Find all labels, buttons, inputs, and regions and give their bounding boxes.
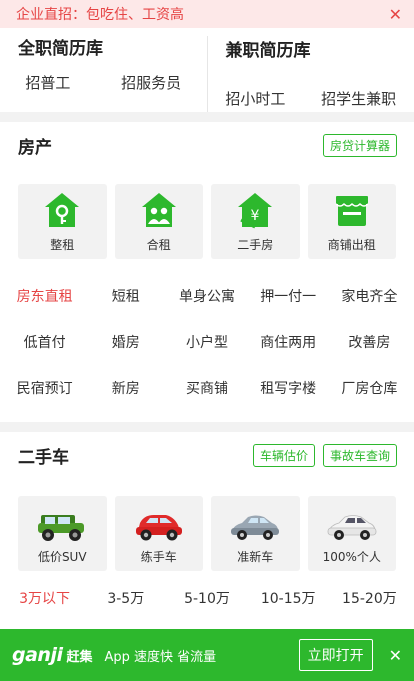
price-range[interactable]: 15-20万 (329, 585, 410, 611)
accident-car-query-button[interactable]: 事故车查询 (322, 443, 397, 467)
house-link[interactable]: 租写字楼 (248, 365, 329, 411)
divider (0, 112, 414, 122)
house-header: 房产 房贷计算器 (0, 122, 414, 168)
app-tagline: App 速度快 省流量 (104, 649, 217, 665)
top-banner[interactable]: 企业直招：包吃住、工资高 ✕ (0, 0, 414, 28)
car-header: 二手车 车辆估价 事故车查询 (0, 432, 414, 478)
house-link[interactable]: 房东直租 (4, 273, 85, 319)
resume-section: 全职简历库 招普工 招服务员 兼职简历库 招小时工 招学生兼职 (0, 28, 414, 112)
tile-label: 合租 (146, 238, 171, 252)
price-range[interactable]: 3万以下 (4, 585, 85, 611)
house-people-icon (139, 190, 179, 230)
house-link[interactable]: 单身公寓 (166, 273, 247, 319)
tile-label: 练手车 (140, 550, 177, 564)
link-hire-waiter[interactable]: 招服务员 (121, 72, 181, 93)
price-range[interactable]: 10-15万 (248, 585, 329, 611)
tile-cheap-suv[interactable]: 低价SUV (18, 496, 107, 571)
mortgage-calculator-button[interactable]: 房贷计算器 (322, 133, 397, 157)
shop-icon (332, 190, 372, 230)
divider (0, 422, 414, 432)
tile-practice-car[interactable]: 练手车 (114, 496, 203, 571)
tile-label: 准新车 (237, 550, 274, 564)
house-link[interactable]: 改善房 (329, 319, 410, 365)
car-tiles: 低价SUV 练手车 准新车 100%个人 (0, 478, 414, 571)
house-yen-icon: ¥ (235, 190, 275, 230)
house-key-icon (42, 190, 82, 230)
house-link[interactable]: 婚房 (85, 319, 166, 365)
page: 企业直招：包吃住、工资高 ✕ 全职简历库 招普工 招服务员 兼职简历库 招小时工… (0, 0, 414, 681)
parttime-resume: 兼职简历库 招小时工 招学生兼职 (206, 36, 414, 112)
hatchback-icon (132, 509, 186, 543)
suv-icon (35, 509, 89, 543)
ganji-logo-cn: 赶集 (66, 649, 93, 665)
tile-label: 低价SUV (37, 550, 87, 564)
house-tiles: 整租 合租 ¥ 二手房 商铺出租 (0, 168, 414, 259)
house-link[interactable]: 低首付 (4, 319, 85, 365)
ganji-logo: ganji (12, 644, 63, 666)
sedan-icon (228, 509, 282, 543)
top-banner-text[interactable]: 企业直招：包吃住、工资高 (16, 4, 184, 24)
house-link[interactable]: 家电齐全 (329, 273, 410, 319)
open-app-button[interactable]: 立即打开 (298, 639, 373, 671)
house-link[interactable]: 押一付一 (248, 273, 329, 319)
fulltime-resume: 全职简历库 招普工 招服务员 (0, 28, 207, 112)
price-ranges: 3万以下 3-5万 5-10万 10-15万 15-20万 (0, 571, 414, 611)
fulltime-resume-title[interactable]: 全职简历库 (0, 28, 207, 66)
white-sedan-icon (325, 509, 379, 543)
tile-shop-rent[interactable]: 商铺出租 (307, 184, 396, 259)
app-download-bar: ganji 赶集 App 速度快 省流量 立即打开 ✕ (0, 629, 414, 681)
parttime-resume-title[interactable]: 兼职简历库 (208, 36, 414, 74)
car-buttons: 车辆估价 事故车查询 (252, 443, 397, 467)
price-range[interactable]: 3-5万 (85, 585, 166, 611)
parttime-resume-links: 招小时工 招学生兼职 (208, 74, 414, 109)
house-link[interactable]: 新房 (85, 365, 166, 411)
tile-label: 100%个人 (322, 550, 381, 564)
tile-whole-rent[interactable]: 整租 (18, 184, 107, 259)
price-range[interactable]: 5-10万 (166, 585, 247, 611)
fulltime-resume-links: 招普工 招服务员 (0, 66, 207, 93)
close-icon[interactable]: ✕ (389, 5, 402, 24)
house-links: 房东直租 短租 单身公寓 押一付一 家电齐全 低首付 婚房 小户型 商住两用 改… (0, 259, 414, 419)
house-section: 房产 房贷计算器 整租 合租 ¥ 二手房 商铺出租 房东直租 短租 单身公寓 押… (0, 122, 414, 422)
link-hire-hourly[interactable]: 招小时工 (225, 88, 285, 109)
link-hire-student[interactable]: 招学生兼职 (321, 88, 396, 109)
tile-nearly-new[interactable]: 准新车 (211, 496, 300, 571)
svg-text:¥: ¥ (251, 208, 260, 224)
house-link[interactable]: 厂房仓库 (329, 365, 410, 411)
house-title: 房产 (18, 137, 52, 158)
car-title: 二手车 (18, 447, 69, 468)
car-valuation-button[interactable]: 车辆估价 (252, 443, 315, 467)
tile-shared-rent[interactable]: 合租 (114, 184, 203, 259)
house-link[interactable]: 短租 (85, 273, 166, 319)
tile-label: 商铺出租 (327, 238, 376, 252)
link-hire-worker[interactable]: 招普工 (25, 72, 70, 93)
house-link[interactable]: 商住两用 (248, 319, 329, 365)
close-icon[interactable]: ✕ (389, 646, 402, 665)
house-link[interactable]: 民宿预订 (4, 365, 85, 411)
house-link[interactable]: 买商铺 (166, 365, 247, 411)
house-link[interactable]: 小户型 (166, 319, 247, 365)
tile-label: 二手房 (237, 238, 274, 252)
tile-second-hand-house[interactable]: ¥ 二手房 (211, 184, 300, 259)
tile-personal-car[interactable]: 100%个人 (307, 496, 396, 571)
tile-label: 整租 (50, 238, 75, 252)
